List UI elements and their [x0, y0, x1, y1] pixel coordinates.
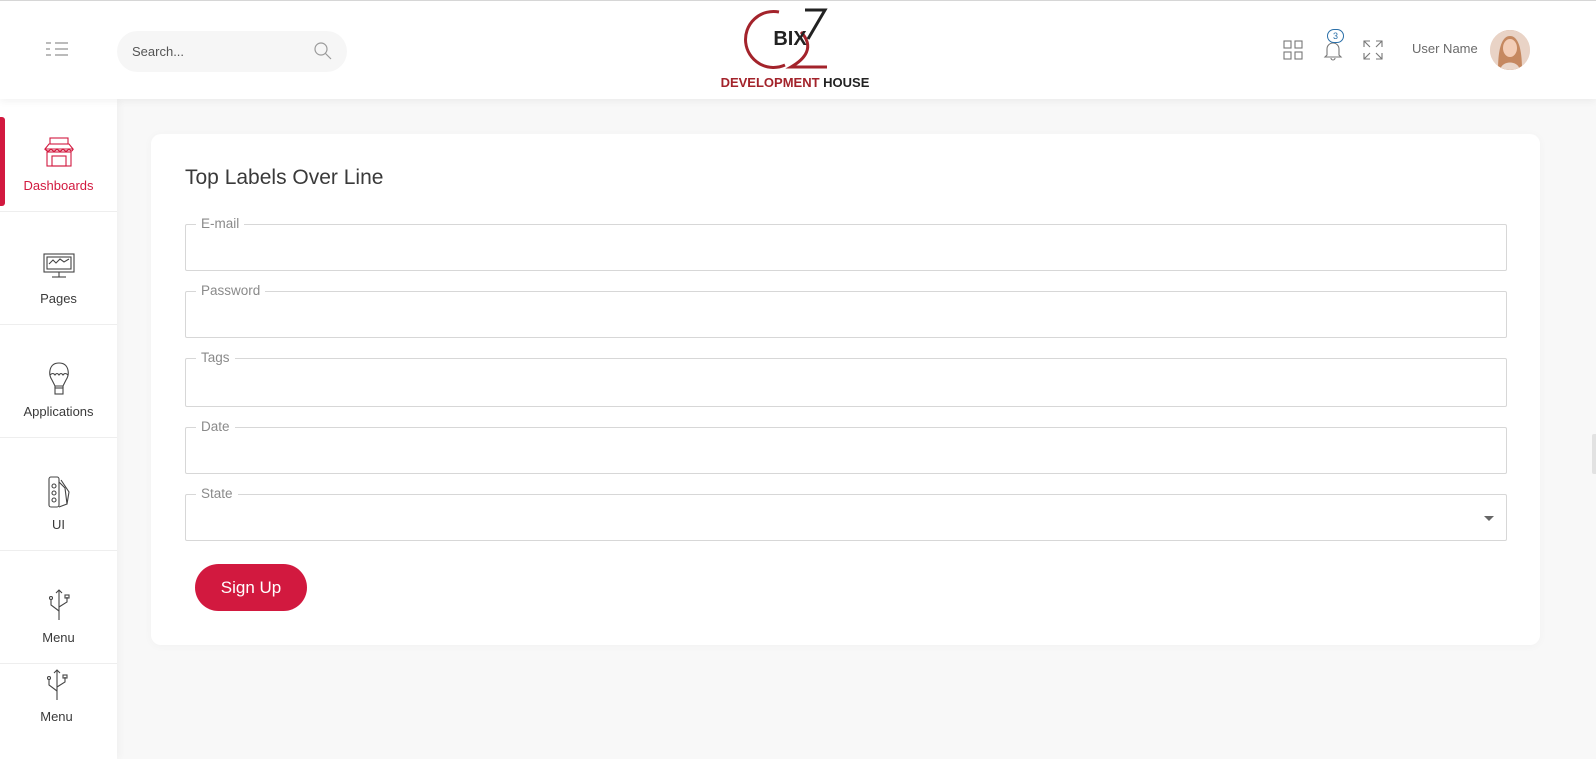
sidebar-item-label: Applications: [23, 404, 94, 419]
email-input[interactable]: [186, 225, 1506, 270]
date-label: Date: [196, 419, 235, 435]
state-select[interactable]: State: [185, 486, 1507, 541]
tags-input[interactable]: [186, 359, 1506, 406]
password-label: Password: [196, 283, 266, 299]
date-field: Date: [185, 419, 1507, 474]
search-box: [117, 31, 347, 72]
sidebar-item-ui[interactable]: UI: [0, 438, 117, 551]
tags-field: Tags: [185, 350, 1507, 407]
sign-up-button[interactable]: Sign Up: [195, 564, 307, 611]
fullscreen-icon[interactable]: [1362, 39, 1384, 61]
password-input[interactable]: [186, 292, 1506, 337]
sidebar-item-label: Menu: [42, 630, 75, 645]
sidebar-item-label: Menu: [40, 709, 73, 724]
brand-logo[interactable]: BIX DEVELOPMENT HOUSE: [715, 7, 875, 95]
logo-mark: BIX: [773, 28, 807, 50]
sidebar-item-label: Dashboards: [23, 178, 94, 193]
date-input[interactable]: [186, 428, 1506, 473]
sidebar: Dashboards Pages Applications UI Menu Me…: [0, 99, 117, 759]
form-card: Top Labels Over Line E-mail Password Tag…: [151, 134, 1540, 645]
avatar[interactable]: [1490, 30, 1530, 70]
sidebar-item-applications[interactable]: Applications: [0, 325, 117, 438]
chevron-down-icon[interactable]: [1484, 516, 1494, 521]
top-navbar: BIX DEVELOPMENT HOUSE 3 User Name: [0, 0, 1596, 99]
menu-toggle-icon[interactable]: [46, 42, 68, 56]
shop-icon: [43, 137, 75, 167]
search-input[interactable]: [132, 31, 302, 72]
user-name[interactable]: User Name: [1412, 41, 1478, 56]
usb-icon: [48, 589, 70, 620]
sidebar-item-label: Pages: [40, 291, 77, 306]
logo-wordmark: DEVELOPMENT HOUSE: [720, 75, 870, 90]
tags-label: Tags: [196, 350, 235, 366]
usb-icon: [46, 669, 68, 700]
sidebar-item-pages[interactable]: Pages: [0, 212, 117, 325]
page-title: Top Labels Over Line: [185, 166, 384, 189]
sidebar-item-dashboards[interactable]: Dashboards: [0, 99, 117, 212]
sidebar-item-menu[interactable]: Menu: [0, 551, 117, 664]
balloon-icon: [49, 362, 69, 395]
apps-grid-icon[interactable]: [1282, 39, 1304, 61]
notification-count-badge: 3: [1327, 29, 1344, 43]
sidebar-item-menu[interactable]: Menu: [0, 664, 117, 759]
monitor-icon: [43, 253, 75, 278]
sidebar-item-label: UI: [52, 517, 65, 532]
password-field: Password: [185, 283, 1507, 338]
scrollbar-handle[interactable]: [1592, 434, 1596, 474]
email-label: E-mail: [196, 216, 245, 232]
email-field: E-mail: [185, 216, 1507, 271]
search-icon[interactable]: [313, 41, 333, 61]
state-label: State: [196, 486, 238, 502]
swatches-icon: [48, 476, 70, 508]
